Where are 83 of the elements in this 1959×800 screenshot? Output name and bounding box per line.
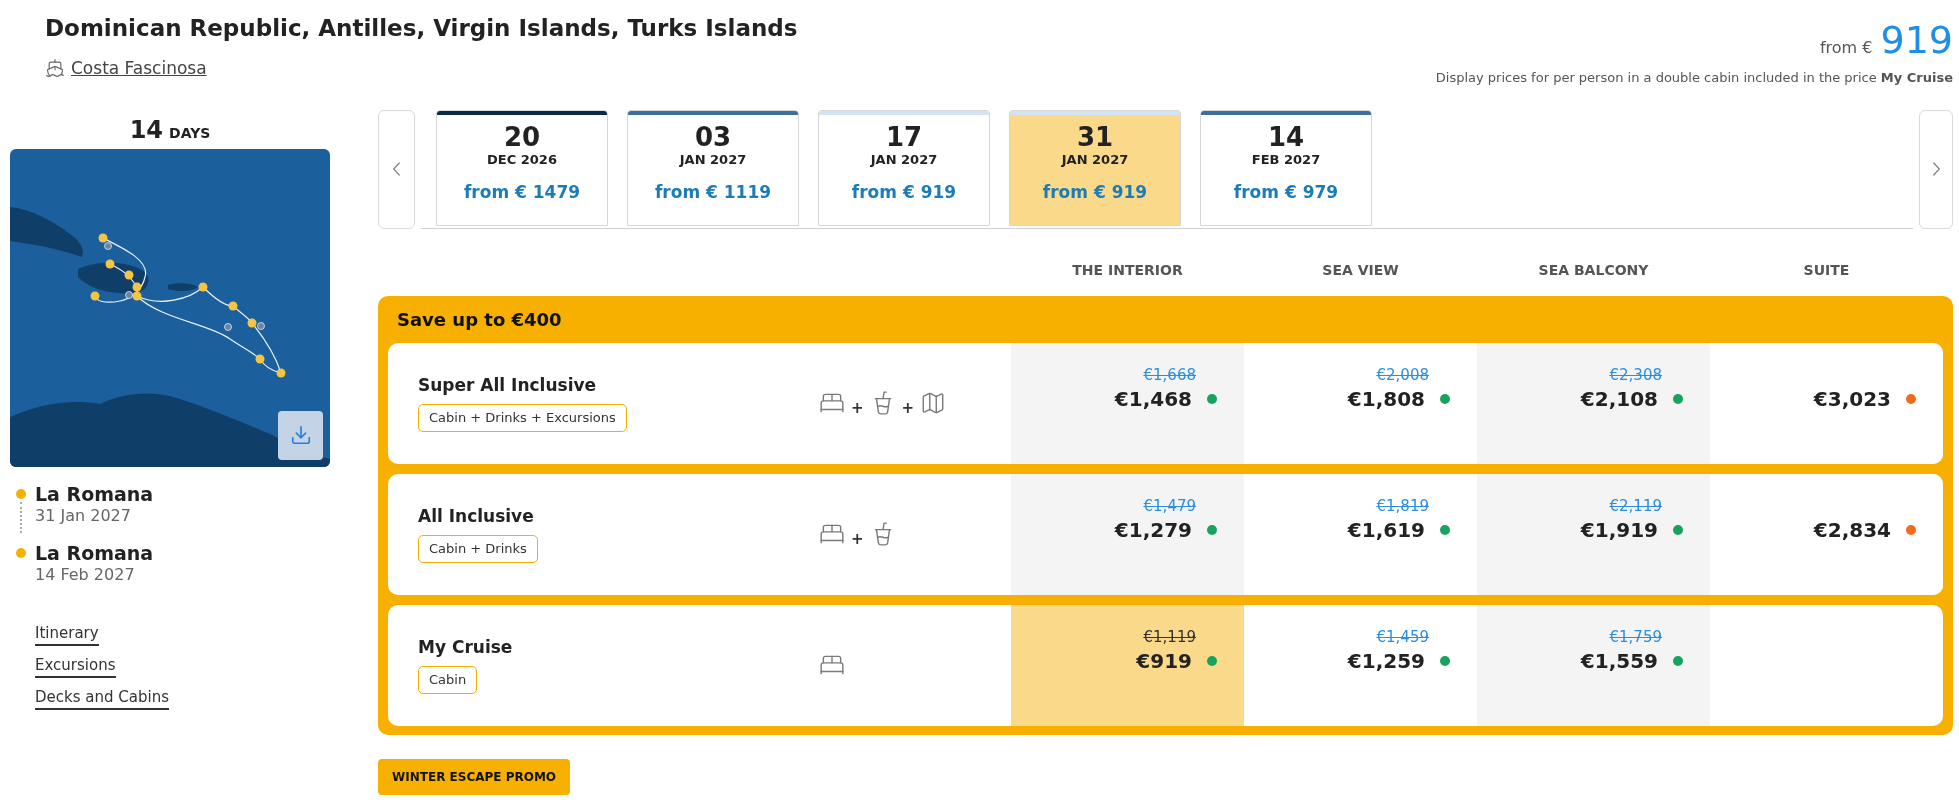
date-month: JAN 2027	[679, 150, 747, 168]
savings-title: Save up to €400	[397, 307, 562, 332]
price-amount: €1,559	[1580, 647, 1658, 674]
duration-unit: DAYS	[169, 123, 211, 143]
promo-label: WINTER ESCAPE PROMO	[378, 758, 571, 795]
price-amount: €1,619	[1347, 516, 1425, 543]
duration-number: 14	[129, 115, 164, 144]
old-price: €1,759	[1609, 627, 1662, 646]
date-tab[interactable]: 14 FEB 2027 from € 979	[1200, 109, 1372, 226]
section-link[interactable]: Itinerary	[35, 622, 99, 646]
chevron-left-icon	[393, 162, 400, 176]
date-month: DEC 2026	[487, 150, 557, 168]
old-price: €2,008	[1376, 365, 1429, 384]
date-tab[interactable]: 20 DEC 2026 from € 1479	[436, 109, 608, 226]
price-amount: €2,108	[1580, 385, 1658, 412]
inclusion-tag: Cabin	[418, 666, 478, 694]
fare-name: Super All Inclusive	[418, 374, 597, 396]
column-heading: SEA BALCONY	[1538, 260, 1649, 280]
download-button[interactable]	[278, 410, 323, 460]
inclusion-tag: Cabin + Drinks	[418, 535, 538, 563]
port-date: 31 Jan 2027	[35, 504, 132, 527]
column-heading: SUITE	[1803, 260, 1850, 280]
date-tab[interactable]: 17 JAN 2027 from € 919	[818, 109, 990, 226]
section-link[interactable]: Decks and Cabins	[35, 686, 169, 710]
date-price: from € 1479	[463, 180, 581, 203]
plus-sign: +	[851, 531, 864, 547]
price-amount: €2,834	[1813, 516, 1891, 543]
column-heading: THE INTERIOR	[1072, 260, 1183, 280]
inclusion-tag: Cabin + Drinks + Excursions	[418, 404, 627, 432]
ship-link[interactable]: Costa Fascinosa	[45, 56, 207, 80]
previous-button[interactable]	[378, 109, 415, 229]
date-price: from € 919	[1042, 180, 1148, 203]
port-name: La Romana	[35, 482, 154, 505]
port-date: 14 Feb 2027	[35, 563, 136, 586]
section-link[interactable]: Excursions	[35, 654, 116, 678]
old-price: €2,119	[1609, 496, 1662, 515]
price-amount: €919	[1136, 647, 1192, 674]
next-button[interactable]	[1919, 109, 1953, 229]
from-price: 919	[1880, 20, 1953, 60]
price-note: Display prices for per person in a double cabin included in the price My Cruise	[1435, 69, 1953, 87]
plus-sign: +	[851, 400, 864, 416]
ship-icon	[45, 58, 65, 78]
date-price: from € 1119	[654, 180, 772, 203]
price-cell[interactable]: €2,308 €2,108	[1477, 342, 1710, 464]
date-day: 20	[503, 122, 541, 151]
plus-sign: +	[901, 400, 915, 416]
old-price: €2,308	[1609, 365, 1662, 384]
fare-name: My Cruise	[418, 636, 513, 658]
timeline-connector	[20, 501, 22, 533]
date-tab[interactable]: 03 JAN 2027 from € 1119	[627, 109, 799, 226]
date-tab[interactable]: 31 JAN 2027 from € 919	[1009, 109, 1181, 226]
price-amount: €1,468	[1114, 385, 1192, 412]
price-cell[interactable]: €1,759 €1,559	[1477, 604, 1710, 726]
price-amount: €1,919	[1580, 516, 1658, 543]
price-amount: €1,259	[1347, 647, 1425, 674]
old-price: €1,459	[1376, 627, 1429, 646]
old-price: €1,479	[1143, 496, 1196, 515]
date-month: FEB 2027	[1251, 150, 1321, 168]
old-price: €1,119	[1143, 627, 1196, 646]
price-cell[interactable]: €1,479 €1,279	[1011, 473, 1244, 595]
date-day: 03	[694, 122, 732, 151]
price-cell[interactable]: €1,119 €919	[1011, 604, 1244, 726]
port-name: La Romana	[35, 541, 154, 564]
date-price: from € 979	[1233, 180, 1339, 203]
price-amount: €1,279	[1114, 516, 1192, 543]
price-cell[interactable]: €1,668 €1,468	[1011, 342, 1244, 464]
price-amount: €3,023	[1813, 385, 1891, 412]
download-icon	[289, 424, 312, 446]
date-month: JAN 2027	[870, 150, 938, 168]
from-label: from €	[1819, 37, 1873, 59]
date-price: from € 919	[851, 180, 957, 203]
old-price: €1,668	[1143, 365, 1196, 384]
old-price: €1,819	[1376, 496, 1429, 515]
column-heading: SEA VIEW	[1322, 260, 1399, 280]
fare-name: All Inclusive	[418, 505, 534, 527]
date-day: 31	[1076, 122, 1114, 151]
chevron-right-icon	[1932, 162, 1940, 176]
date-month: JAN 2027	[1061, 150, 1129, 168]
date-day: 17	[885, 122, 923, 151]
price-amount: €1,808	[1347, 385, 1425, 412]
cruise-title: Dominican Republic, Antilles, Virgin Islands, Turks Islands	[45, 14, 798, 43]
date-day: 14	[1267, 122, 1305, 151]
price-cell[interactable]: €2,119 €1,919	[1477, 473, 1710, 595]
